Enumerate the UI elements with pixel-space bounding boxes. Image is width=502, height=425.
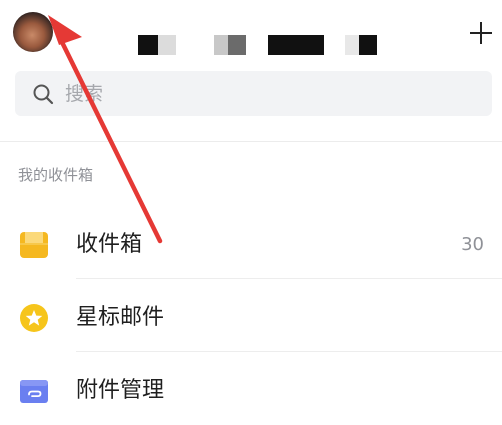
starred-label: 星标邮件 [76,305,165,330]
star-icon [20,304,48,332]
plus-icon-vertical [480,22,482,44]
list-item-inbox[interactable]: 收件箱 30 [0,210,502,278]
attachments-label: 附件管理 [76,378,165,403]
attachment-icon [20,380,48,403]
list-item-starred[interactable]: 星标邮件 [0,283,502,351]
add-button[interactable] [466,18,496,48]
search-input[interactable]: 搜索 [15,71,492,116]
inbox-icon [20,232,48,258]
list-item-attachments[interactable]: 附件管理 [0,356,502,424]
divider [0,141,502,142]
separator [76,278,502,279]
search-placeholder: 搜索 [65,83,104,105]
inbox-count: 30 [461,234,484,255]
top-bar [0,0,502,66]
user-avatar[interactable] [13,12,53,52]
search-icon [33,84,54,105]
inbox-label: 收件箱 [76,232,143,257]
separator [76,351,502,352]
account-title-redacted [138,35,383,55]
section-title: 我的收件箱 [18,166,94,184]
